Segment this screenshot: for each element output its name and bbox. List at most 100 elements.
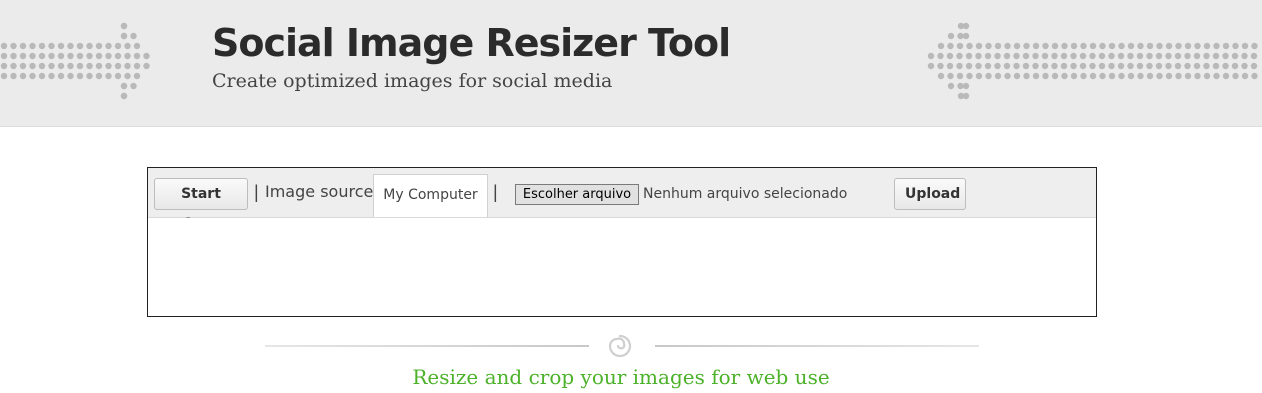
decor-dot — [29, 42, 36, 50]
decor-dot — [133, 62, 141, 70]
decor-dot — [1222, 72, 1230, 80]
decor-dot — [1108, 52, 1115, 60]
decor-dot — [1156, 42, 1163, 50]
decor-dot — [67, 62, 74, 70]
decor-dot — [1117, 62, 1125, 70]
upload-button[interactable]: Upload — [894, 178, 966, 210]
decor-dot — [957, 82, 964, 90]
decor-dot — [76, 52, 84, 60]
decor-dot — [1127, 72, 1135, 80]
decor-dot — [984, 62, 992, 70]
decor-dot — [120, 22, 128, 30]
decor-dot — [1165, 72, 1173, 80]
decor-dot — [1137, 42, 1144, 50]
decor-dot — [1203, 52, 1210, 60]
decor-dot — [1165, 52, 1172, 60]
decor-dot — [962, 32, 970, 40]
decor-dot — [114, 72, 122, 80]
decor-dot — [1165, 42, 1173, 50]
decor-dot — [937, 52, 944, 60]
decor-dot — [1184, 72, 1192, 80]
decor-dot — [1136, 52, 1144, 60]
decor-dot — [76, 62, 84, 70]
choose-file-button[interactable]: Escolher arquivo — [515, 184, 639, 205]
decor-dot — [1174, 62, 1182, 70]
decor-dot — [994, 62, 1001, 70]
decor-dot — [1232, 72, 1239, 80]
decor-dot — [10, 62, 17, 70]
decor-dot — [1222, 62, 1229, 70]
decor-dot — [1127, 42, 1135, 50]
decor-dot — [1184, 42, 1192, 50]
decor-dot — [67, 42, 74, 50]
decor-dot — [67, 72, 74, 80]
decor-dot — [19, 72, 27, 80]
divider-line-left — [265, 345, 589, 347]
decor-dot — [1127, 62, 1134, 70]
decor-dot — [38, 52, 46, 60]
image-preview-area — [148, 218, 1096, 316]
decor-dot — [1175, 42, 1182, 50]
decor-dot — [1203, 42, 1211, 50]
decor-dot — [1004, 42, 1011, 50]
decor-dot — [1231, 52, 1239, 60]
decor-dot — [38, 72, 46, 80]
decor-dot — [1013, 42, 1021, 50]
decor-dot — [1108, 72, 1116, 80]
decor-dot — [86, 52, 93, 60]
decor-dot — [38, 42, 46, 50]
start-over-button[interactable]: Start Over — [154, 178, 248, 232]
decor-dot — [1155, 52, 1163, 60]
decor-dot — [1137, 72, 1144, 80]
decor-dot — [1193, 52, 1201, 60]
decor-dot — [120, 32, 128, 40]
decor-dot — [1251, 42, 1258, 50]
toolbar-separator: | — [254, 182, 259, 202]
decor-dot — [143, 52, 150, 60]
decor-dot — [10, 42, 17, 50]
file-status-text: Nenhum arquivo selecionado — [643, 186, 848, 202]
decor-dot — [962, 22, 970, 30]
decor-dot — [76, 72, 84, 80]
decor-dot — [105, 62, 112, 70]
site-header: Social Image Resizer Tool Create optimiz… — [0, 0, 1262, 127]
decor-dot — [1213, 72, 1220, 80]
decor-dot — [1080, 72, 1087, 80]
decor-dot — [947, 32, 955, 40]
tab-my-computer[interactable]: My Computer — [373, 174, 488, 217]
decor-dot — [133, 72, 141, 80]
decor-dot — [1232, 42, 1239, 50]
decor-dot — [48, 52, 55, 60]
decor-dot — [1146, 62, 1153, 70]
decor-dot — [1041, 62, 1049, 70]
decor-dot — [1222, 42, 1230, 50]
decor-dot — [1184, 62, 1191, 70]
decor-dot — [985, 72, 992, 80]
decor-dot — [957, 32, 964, 40]
tool-toolbar: Start Over | Image source: My Computer |… — [148, 168, 1096, 232]
decor-dot — [1098, 62, 1106, 70]
decor-dot — [1022, 52, 1030, 60]
decor-dot — [0, 52, 8, 60]
decor-dot — [1089, 52, 1096, 60]
decor-dot — [966, 72, 973, 80]
decor-dot — [114, 62, 122, 70]
decor-dot — [994, 42, 1002, 50]
decor-dot — [956, 42, 964, 50]
decor-dot — [105, 52, 112, 60]
decor-dot — [29, 62, 36, 70]
decor-dot — [29, 72, 36, 80]
decor-dot — [1060, 52, 1068, 60]
decor-dot — [124, 72, 131, 80]
decor-dot — [1241, 72, 1249, 80]
decor-dot — [120, 82, 128, 90]
decor-dot — [962, 92, 970, 100]
decor-dot — [133, 42, 141, 50]
decor-dot — [1174, 52, 1182, 60]
decor-dot — [1118, 72, 1125, 80]
decor-dot — [1165, 62, 1172, 70]
decor-dot — [57, 72, 65, 80]
decor-dot — [1146, 42, 1154, 50]
decor-dot — [1108, 42, 1116, 50]
decor-dot — [10, 52, 17, 60]
